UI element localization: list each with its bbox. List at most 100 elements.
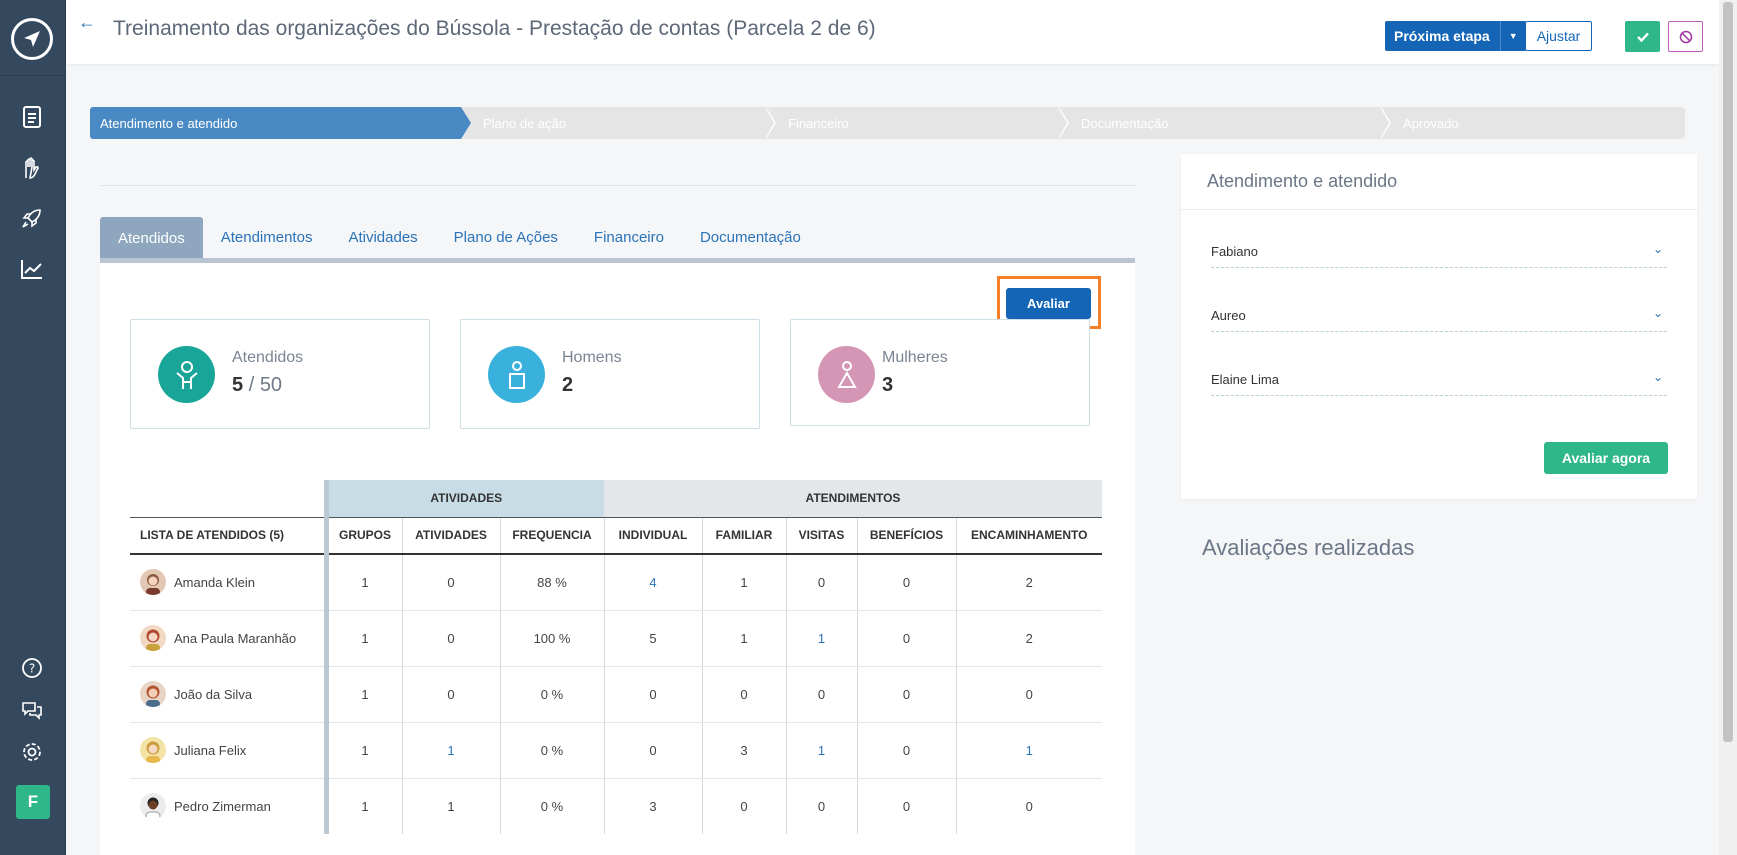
avaliar-button[interactable]: Avaliar — [1006, 288, 1091, 319]
cell-familiar: 1 — [701, 610, 786, 667]
caret-down-icon[interactable]: ▼ — [1499, 21, 1526, 51]
cell-visitas: 0 — [785, 778, 857, 834]
user-avatar[interactable]: F — [16, 785, 50, 819]
chevron-down-icon[interactable]: ⌄ — [1653, 370, 1663, 384]
tab-bar: Atendidos Atendimentos Atividades Plano … — [100, 217, 819, 260]
back-arrow-icon[interactable]: ← — [78, 12, 96, 33]
tab-atendidos[interactable]: Atendidos — [100, 217, 203, 259]
column-header-list: LISTA DE ATENDIDOS (5) — [130, 516, 326, 555]
step-financeiro[interactable]: Financeiro — [766, 107, 1069, 139]
atendido-name[interactable]: Pedro Zimerman — [174, 799, 271, 814]
step-label: Financeiro — [788, 115, 849, 131]
next-step-button[interactable]: Próxima etapa ▼ — [1385, 21, 1526, 51]
cell-grupos: 1 — [323, 666, 402, 723]
table-row[interactable]: João da Silva 1 0 0 % 0 0 0 0 0 — [130, 666, 1102, 723]
step-label: Aprovado — [1403, 115, 1459, 131]
page-title: Treinamento das organizações do Bússola … — [113, 17, 876, 40]
cell-familiar: 3 — [701, 722, 786, 779]
tab-financeiro[interactable]: Financeiro — [576, 217, 682, 258]
atendido-name[interactable]: Juliana Felix — [174, 743, 246, 758]
tab-documentacao[interactable]: Documentação — [682, 217, 819, 258]
cell-atividades: 1 — [401, 722, 500, 779]
next-step-label: Próxima etapa — [1394, 28, 1490, 44]
approve-button[interactable] — [1625, 21, 1660, 52]
chat-icon[interactable] — [19, 697, 45, 723]
reject-button[interactable] — [1668, 21, 1703, 52]
stat-total: 50 — [259, 374, 283, 396]
cell-encaminhamento: 2 — [955, 554, 1102, 611]
column-header-encaminhamento: ENCAMINHAMENTO — [955, 516, 1102, 555]
divider — [100, 185, 1135, 186]
settings-icon[interactable] — [19, 739, 45, 765]
cell-atividades: 1 — [401, 778, 500, 834]
help-icon[interactable]: ? — [19, 655, 45, 681]
chevron-down-icon[interactable]: ⌄ — [1653, 242, 1663, 256]
cell-familiar: 0 — [701, 778, 786, 834]
table-row[interactable]: Pedro Zimerman 1 1 0 % 3 0 0 0 0 — [130, 778, 1102, 834]
cell-frequencia: 88 % — [499, 554, 604, 611]
block-icon — [1679, 30, 1692, 43]
atendidos-table: ATIVIDADES ATENDIMENTOS LISTA DE ATENDID… — [130, 480, 1102, 834]
cell-encaminhamento: 0 — [955, 778, 1102, 834]
dropdown-fabiano[interactable]: Fabiano ⌄ — [1211, 236, 1667, 268]
cell-encaminhamento: 2 — [955, 610, 1102, 667]
header: ← Treinamento das organizações do Bússol… — [66, 0, 1719, 64]
adjust-button[interactable]: Ajustar — [1525, 21, 1592, 51]
stat-value: 5 / 50 — [232, 374, 283, 396]
cell-grupos: 1 — [323, 610, 402, 667]
cell-familiar: 1 — [701, 554, 786, 611]
cell-atividades: 0 — [401, 610, 500, 667]
compass-logo-icon[interactable] — [11, 18, 53, 60]
cell-individual: 5 — [603, 610, 702, 667]
cell-frequencia: 0 % — [499, 722, 604, 779]
cell-individual: 0 — [603, 722, 702, 779]
step-label: Atendimento e atendido — [100, 115, 238, 131]
stat-card-mulheres: Mulheres 3 — [790, 319, 1090, 426]
evaluation-card-title: Atendimento e atendido — [1207, 171, 1398, 191]
column-header-atividades: ATIVIDADES — [401, 516, 500, 555]
cell-beneficios: 0 — [856, 666, 956, 723]
page-scrollbar[interactable] — [1719, 0, 1737, 855]
avatar — [140, 625, 166, 651]
card-separator — [1181, 209, 1697, 210]
table-row[interactable]: Amanda Klein 1 0 88 % 4 1 0 0 2 — [130, 554, 1102, 611]
column-header-frequencia: FREQUENCIA — [499, 516, 604, 555]
cell-atividades: 0 — [401, 554, 500, 611]
step-plano-de-acao[interactable]: Plano de ação — [461, 107, 776, 139]
chevron-down-icon[interactable]: ⌄ — [1653, 306, 1663, 320]
cell-frequencia: 0 % — [499, 666, 604, 723]
evaluate-now-button[interactable]: Avaliar agora — [1544, 442, 1668, 474]
document-icon[interactable] — [19, 104, 45, 130]
dropdown-elaine-lima[interactable]: Elaine Lima ⌄ — [1211, 364, 1667, 396]
column-header-visitas: VISITAS — [785, 516, 857, 555]
cell-beneficios: 0 — [856, 778, 956, 834]
evaluation-card: Atendimento e atendido Fabiano ⌄ Aureo ⌄… — [1181, 154, 1697, 499]
tab-atividades[interactable]: Atividades — [330, 217, 435, 258]
dropdown-aureo[interactable]: Aureo ⌄ — [1211, 300, 1667, 332]
atendido-name[interactable]: João da Silva — [174, 687, 252, 702]
dropdown-value: Elaine Lima — [1211, 372, 1279, 387]
evaluations-heading: Avaliações realizadas — [1202, 535, 1415, 560]
step-aprovado[interactable]: Aprovado — [1381, 107, 1685, 139]
chart-icon[interactable] — [19, 256, 45, 282]
rocket-icon[interactable] — [19, 205, 45, 231]
dropdown-value: Fabiano — [1211, 244, 1258, 259]
step-atendimento[interactable]: Atendimento e atendido — [90, 107, 471, 139]
atendido-name[interactable]: Ana Paula Maranhão — [174, 631, 296, 646]
cell-grupos: 1 — [323, 722, 402, 779]
stat-label: Atendidos — [232, 349, 304, 366]
tab-plano-de-acoes[interactable]: Plano de Ações — [436, 217, 576, 258]
cell-visitas: 1 — [785, 722, 857, 779]
step-documentacao[interactable]: Documentação — [1059, 107, 1391, 139]
avatar — [140, 681, 166, 707]
tab-atendimentos[interactable]: Atendimentos — [203, 217, 331, 258]
table-row[interactable]: Juliana Felix 1 1 0 % 0 3 1 0 1 — [130, 722, 1102, 779]
hand-heart-icon[interactable] — [19, 155, 45, 181]
dropdown-value: Aureo — [1211, 308, 1246, 323]
atendido-name[interactable]: Amanda Klein — [174, 575, 255, 590]
scrollbar-thumb[interactable] — [1723, 2, 1733, 742]
sidebar: ? F — [0, 0, 66, 855]
table-row[interactable]: Ana Paula Maranhão 1 0 100 % 5 1 1 0 2 — [130, 610, 1102, 667]
person-icon — [158, 346, 215, 403]
step-label: Plano de ação — [483, 115, 567, 131]
